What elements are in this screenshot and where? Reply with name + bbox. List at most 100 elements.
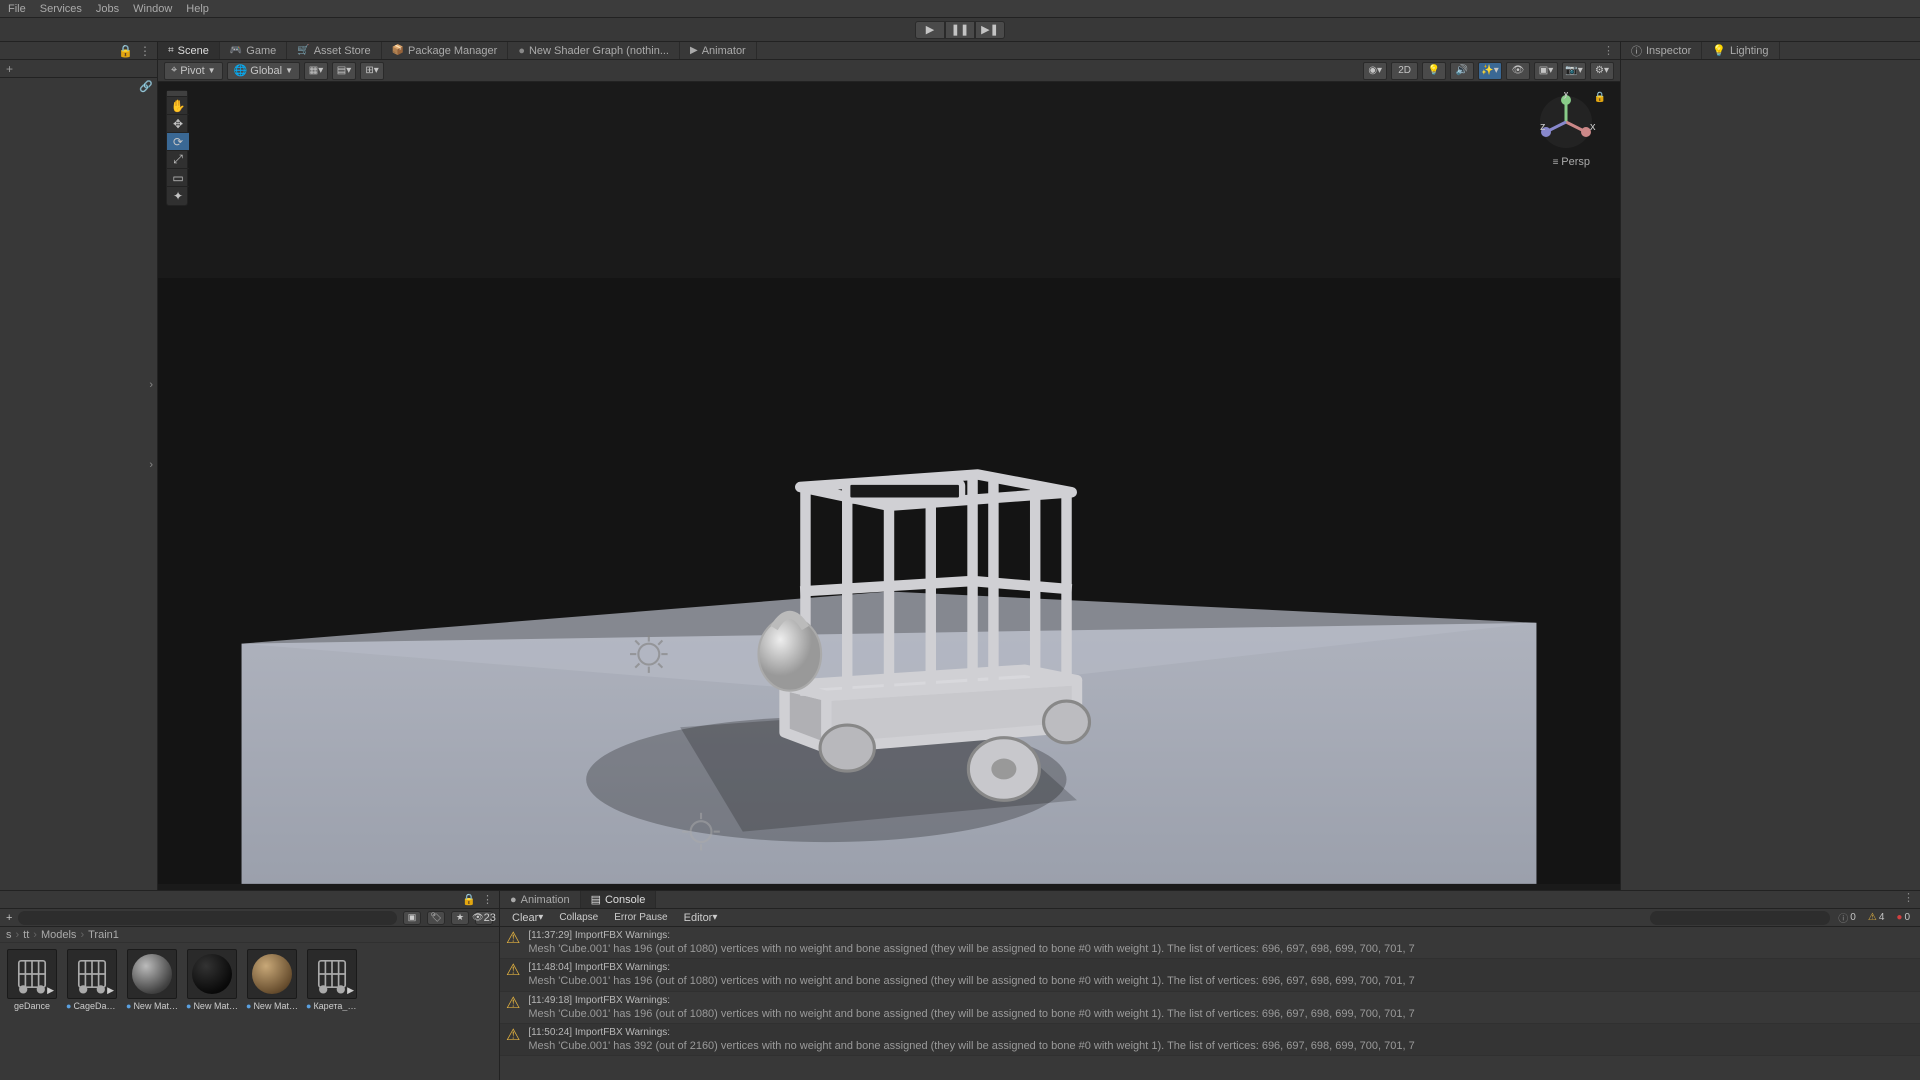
project-search-input[interactable] [18,911,397,925]
log-entry[interactable]: ⚠[11:50:24] ImportFBX Warnings:Mesh 'Cub… [500,1024,1920,1056]
collapse-arrow[interactable]: › [149,459,153,471]
draw-mode[interactable]: ◉▾ [1363,62,1387,80]
global-toggle[interactable]: 🌐Global▼ [227,62,300,80]
warning-icon: ⚠ [506,931,520,947]
tab-asset-store[interactable]: 🛒Asset Store [287,42,381,59]
collapse-button[interactable]: Collapse [553,911,604,925]
asset-grid: ▶geDance▶CageDanceNew Mater...New Mater.… [0,943,499,1080]
asset-item[interactable]: New Mater... [186,949,238,1074]
crumb[interactable]: Train1 [88,929,119,941]
rotate-tool[interactable]: ⟳ [167,133,189,151]
crumb[interactable]: Models [41,929,76,941]
menu-icon[interactable]: ⋮ [482,893,493,906]
play-button[interactable]: ▶ [915,21,945,39]
hidden-toggle[interactable]: 👁 [1506,62,1530,80]
add-icon[interactable]: + [6,912,12,924]
menu-item[interactable]: Window [133,3,172,15]
tab-inspector[interactable]: ⓘInspector [1621,42,1702,59]
editor-dropdown[interactable]: Editor ▾ [678,911,724,925]
project-panel: 🔒 ⋮ + ▣ 🏷 ★ 👁23 s› tt› Models› Train1 ▶g… [0,891,500,1080]
projection-label[interactable]: ≡ Persp [1553,156,1590,168]
warn-count[interactable]: 4 [1864,912,1889,923]
rect-tool[interactable]: ▭ [167,169,189,187]
asset-item[interactable]: ▶Карета_06... [306,949,358,1074]
collapse-arrow[interactable]: › [149,379,153,391]
tab-shader-graph[interactable]: ●New Shader Graph (nothin... [508,42,680,59]
menu-icon[interactable]: ⋮ [1897,891,1920,908]
gizmo-lock-icon[interactable]: 🔒 [1594,92,1606,103]
svg-text:z: z [1540,121,1546,133]
tab-console[interactable]: ▤Console [581,891,657,908]
menu-item[interactable]: File [8,3,26,15]
console-search-input[interactable] [1650,911,1830,925]
audio-toggle[interactable]: 🔊 [1450,62,1474,80]
filter-save[interactable]: ★ [451,911,469,925]
lock-icon[interactable]: 🔒 [462,893,476,906]
menu-item[interactable]: Services [40,3,82,15]
orientation-gizmo[interactable]: y x z [1536,92,1596,152]
warning-icon: ⚠ [506,963,520,979]
pivot-toggle[interactable]: ⌖Pivot▼ [164,62,223,80]
link-icon[interactable]: 🔗 [139,80,153,93]
asset-item[interactable]: ▶geDance [6,949,58,1074]
log-entry[interactable]: ⚠[11:49:18] ImportFBX Warnings:Mesh 'Cub… [500,992,1920,1024]
crumb[interactable]: tt [23,929,29,941]
filter-type[interactable]: ▣ [403,911,421,925]
package-icon: 📦 [392,45,404,56]
scale-tool[interactable]: ⤢ [167,151,189,169]
svg-text:y: y [1563,92,1569,99]
warning-icon: ⚠ [506,1028,520,1044]
tab-animation[interactable]: ●Animation [500,891,581,908]
asset-item[interactable]: New Mater... [126,949,178,1074]
console-log-list[interactable]: ⚠[11:37:29] ImportFBX Warnings:Mesh 'Cub… [500,927,1920,1080]
camera-toggle[interactable]: 📷▾ [1562,62,1586,80]
snap-grid[interactable]: ▦▾ [304,62,328,80]
error-count[interactable]: 0 [1892,912,1914,923]
error-pause-button[interactable]: Error Pause [608,911,673,925]
light-toggle[interactable]: 💡 [1422,62,1446,80]
asset-item[interactable]: ▶CageDance [66,949,118,1074]
asset-item[interactable]: New Mater... [246,949,298,1074]
console-icon: ▤ [591,893,601,906]
breadcrumb: s› tt› Models› Train1 [0,927,499,943]
filter-label[interactable]: 🏷 [427,911,445,925]
tab-lighting[interactable]: 💡Lighting [1702,42,1779,59]
move-tool[interactable]: ✥ [167,115,189,133]
log-entry[interactable]: ⚠[11:37:29] ImportFBX Warnings:Mesh 'Cub… [500,927,1920,959]
play-controls: ▶ ❚❚ ▶❚ [0,18,1920,42]
record-icon: ● [510,894,517,906]
bulb-icon: 💡 [1712,44,1726,57]
snap-inc[interactable]: ▤▾ [332,62,356,80]
menu-item[interactable]: Help [186,3,209,15]
svg-text:x: x [1590,121,1596,133]
crumb[interactable]: s [6,929,12,941]
game-icon: 🎮 [230,45,242,56]
fx-toggle[interactable]: ✨▾ [1478,62,1502,80]
info-count[interactable]: 0 [1834,910,1860,925]
add-icon[interactable]: + [6,62,13,76]
console-panel: ●Animation ▤Console ⋮ Clear ▾ Collapse E… [500,891,1920,1080]
dot-icon: ● [518,45,525,57]
2d-toggle[interactable]: 2D [1391,62,1418,80]
center-tabs: ⌗Scene 🎮Game 🛒Asset Store 📦Package Manag… [158,42,1620,60]
pause-button[interactable]: ❚❚ [945,21,975,39]
menu-icon[interactable]: ⋮ [139,44,151,58]
log-entry[interactable]: ⚠[11:48:04] ImportFBX Warnings:Mesh 'Cub… [500,959,1920,991]
hidden-count[interactable]: 👁23 [475,911,493,925]
gizmos-toggle[interactable]: ⚙▾ [1590,62,1614,80]
scene-icon: ⌗ [168,45,174,56]
warning-icon: ⚠ [506,996,520,1012]
clear-button[interactable]: Clear ▾ [506,911,549,925]
step-button[interactable]: ▶❚ [975,21,1005,39]
tab-animator[interactable]: ▶Animator [680,42,757,59]
tab-scene[interactable]: ⌗Scene [158,42,220,59]
menu-item[interactable]: Jobs [96,3,119,15]
tab-menu-icon[interactable]: ⋮ [1603,44,1614,57]
hand-tool[interactable]: ✋ [167,97,189,115]
tab-package-manager[interactable]: 📦Package Manager [382,42,509,59]
tab-game[interactable]: 🎮Game [220,42,287,59]
transform-tool[interactable]: ✦ [167,187,189,205]
layers-toggle[interactable]: ▣▾ [1534,62,1558,80]
lock-icon[interactable]: 🔒 [118,44,133,58]
snap-handle[interactable]: ⊞▾ [360,62,384,80]
